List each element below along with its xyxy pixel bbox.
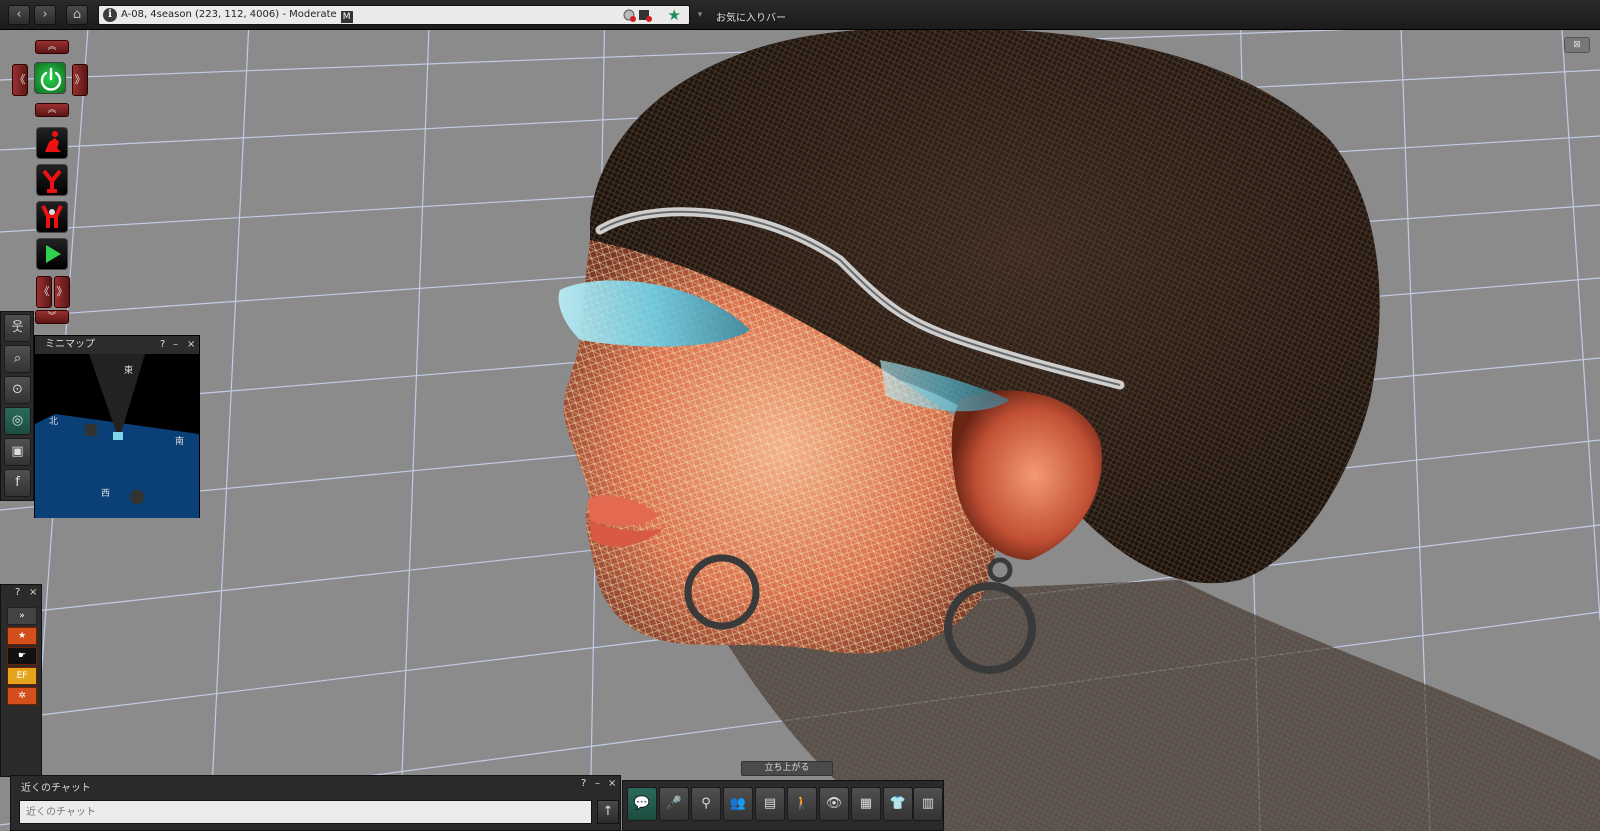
view-icon[interactable]: 👁	[819, 787, 849, 821]
arms-up-pose-icon	[41, 205, 63, 228]
hud-prev-button[interactable]: 《	[36, 276, 52, 308]
stand-pose-icon	[42, 169, 62, 193]
snapshot-icon[interactable]: ▣	[4, 438, 31, 466]
favorite-star-icon[interactable]: ★	[668, 6, 681, 24]
play-button[interactable]	[36, 238, 68, 270]
chat-input[interactable]	[19, 800, 592, 824]
compass-south: 南	[175, 437, 185, 447]
people-icon[interactable]: 웃	[4, 314, 31, 342]
compass-north: 北	[49, 417, 59, 427]
minimize-ui-button[interactable]: ⊠	[1564, 37, 1590, 53]
chat-help-button[interactable]: ?	[581, 778, 586, 789]
places-icon[interactable]: ⊙	[4, 376, 31, 404]
minimap-canvas[interactable]: 東 北 南 西	[35, 354, 199, 518]
info-icon[interactable]: i	[103, 8, 117, 22]
minimap-window: ミニマップ ? – × 東 北 南 西	[34, 335, 200, 518]
search-icon[interactable]: ⌕	[4, 345, 31, 373]
chat-close-button[interactable]: ×	[608, 778, 616, 789]
move-icon[interactable]: 🚶	[787, 787, 817, 821]
chat-send-button[interactable]: ↑	[597, 800, 619, 824]
facebook-icon[interactable]: f	[4, 469, 31, 497]
people-icon[interactable]: 👥	[723, 787, 753, 821]
location-text: A-08, 4season (223, 112, 4006) - Moderat…	[121, 9, 353, 23]
play-icon	[46, 245, 61, 263]
hud-right-button[interactable]: 》	[72, 64, 88, 96]
sit-animation-button[interactable]	[36, 127, 68, 159]
map-pin-icon[interactable]: ⚲	[691, 787, 721, 821]
minimap-close-button[interactable]: ×	[187, 336, 195, 354]
sit-pose-icon	[45, 131, 61, 152]
compass-west: 西	[101, 489, 111, 499]
hud-next-button[interactable]: 》	[54, 276, 70, 308]
appearance-icon[interactable]: 👕	[883, 787, 913, 821]
stand-animation-button[interactable]	[36, 164, 68, 196]
wireframe-scene	[0, 0, 1600, 831]
minimap-help-button[interactable]: ?	[160, 336, 165, 354]
hud-item-2[interactable]: ☛	[7, 647, 37, 665]
forward-button[interactable]: ›	[34, 5, 56, 25]
location-name: A-08, 4season (223, 112, 4006) - Moderat…	[121, 9, 337, 20]
chat-minimize-button[interactable]: –	[595, 778, 600, 789]
minimap-minimize-button[interactable]: –	[173, 336, 178, 354]
voice-icon[interactable]: 🎤	[659, 787, 689, 821]
hud-panel: ? × » ★ ☛ EF ✲	[0, 584, 42, 777]
hud-item-4[interactable]: ✲	[7, 687, 37, 705]
power-icon	[40, 67, 62, 91]
left-toolbar: 웃 ⌕ ⊙ ◎ ▣ f	[0, 311, 34, 501]
power-button[interactable]	[34, 62, 66, 94]
location-bar[interactable]: i A-08, 4season (223, 112, 4006) - Moder…	[98, 5, 690, 25]
stand-up-button[interactable]: 立ち上がる	[741, 761, 833, 776]
back-button[interactable]: ‹	[8, 5, 30, 25]
nearby-chat-window: 近くのチャット ? – × ↑	[10, 775, 621, 831]
favorites-bar[interactable]: お気に入りバー	[716, 9, 786, 24]
3d-viewport[interactable]	[0, 0, 1600, 831]
chat-icon[interactable]: 💬	[627, 787, 657, 821]
profile-icon[interactable]: ▤	[755, 787, 785, 821]
inventory-icon[interactable]: ▦	[851, 787, 881, 821]
snapshot-icon[interactable]: ▥	[913, 787, 943, 821]
hud-panel-help-button[interactable]: ?	[15, 587, 20, 598]
navigation-bar: ‹ › ⌂ i A-08, 4season (223, 112, 4006) -…	[0, 0, 1600, 30]
hud-panel-close-button[interactable]: ×	[29, 587, 37, 598]
chat-title: 近くのチャット	[21, 783, 91, 794]
hud-up-button[interactable]: ︽	[35, 40, 69, 54]
compass-east: 東	[124, 366, 134, 376]
hud-left-button[interactable]: 《	[12, 64, 28, 96]
walk-animation-button[interactable]	[36, 201, 68, 233]
radar-icon[interactable]: ◎	[4, 407, 31, 435]
hud-collapse-button[interactable]: ︽	[35, 103, 69, 117]
hud-item-1[interactable]: ★	[7, 627, 37, 645]
hud-item-3[interactable]: EF	[7, 667, 37, 685]
hud-panel-expand-button[interactable]: »	[7, 607, 37, 625]
rating-badge: M	[340, 11, 353, 23]
bottom-toolbar: 💬 🎤 ⚲ 👥 ▤ 🚶 👁 ▦ 👕 ▥	[622, 780, 944, 831]
parcel-flags-icon	[623, 9, 652, 22]
location-dropdown-icon[interactable]: ▾	[692, 5, 708, 25]
hud-down-button[interactable]: ︾	[35, 310, 69, 324]
home-button[interactable]: ⌂	[66, 5, 88, 25]
